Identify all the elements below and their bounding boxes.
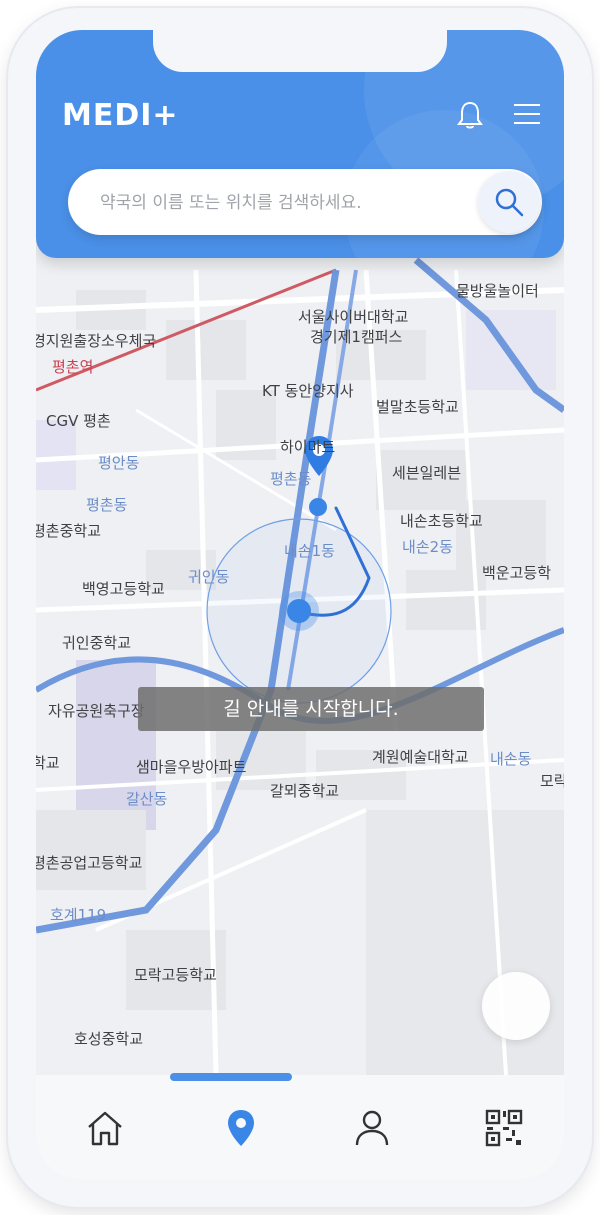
locate-button[interactable] [482,972,550,1040]
map-label: 벌말초등학교 [376,398,459,416]
map-label: KT 동안양지사 [262,382,354,400]
map-label: 귀인동 [188,568,230,586]
map-label: 물방울놀이터 [456,282,539,300]
nav-profile[interactable] [347,1103,397,1153]
app-screen: 물방울놀이터 서울사이버대학교 경기제1캠퍼스 경지원출장소우체국 평촌역 KT… [36,30,564,1180]
nav-qr[interactable] [479,1103,529,1153]
map-label: 모락 [540,772,564,790]
map-label: 평촌공업고등학교 [36,854,143,872]
map-label: 평촌동 [270,470,312,488]
location-pin-icon [228,1110,254,1146]
active-tab-indicator [170,1073,292,1081]
hamburger-menu-icon[interactable] [512,102,542,126]
map-label: 갈산동 [126,790,168,808]
map-label: 내손초등학교 [400,512,483,530]
search-button[interactable] [478,171,540,233]
app-header: MEDI+ [36,30,564,258]
home-icon [88,1111,122,1146]
bell-icon[interactable] [456,100,484,130]
map-label: 샘마을우방아파트 [136,758,247,776]
map-label: 자유공원축구장 [48,702,145,720]
map-label: 세븐일레븐 [392,464,462,482]
navigation-toast: 길 안내를 시작합니다. [138,687,484,731]
map-label: 평촌중학교 [36,522,102,540]
nav-map[interactable] [216,1103,266,1153]
map-label: 계원예술대학교 [372,748,469,766]
map-label: CGV 평촌 [46,412,111,430]
search-input[interactable] [98,169,462,237]
map-label: 갈뫼중학교 [270,782,340,800]
qr-code-icon [485,1109,523,1147]
nav-home[interactable] [80,1103,130,1153]
map-label: 모락고등학교 [134,966,217,984]
map-label: 하이마트 [280,438,336,456]
map-label: 경지원출장소우체국 [36,332,157,350]
map-label: 학교 [36,754,60,772]
map-label: 백영고등학교 [82,580,165,598]
phone-frame: 물방울놀이터 서울사이버대학교 경기제1캠퍼스 경지원출장소우체국 평촌역 KT… [8,8,592,1207]
map-label: 평안동 [98,454,140,472]
map-label: 평촌동 [86,496,128,514]
map-label: 내손1동 [284,542,335,560]
map-label: 경기제1캠퍼스 [310,328,403,346]
search-icon [495,188,524,217]
map-label: 귀인중학교 [62,634,132,652]
map-label: 호계119 [50,906,107,924]
map-label: 내손2동 [402,538,453,556]
search-bar [68,169,542,237]
map-label: 서울사이버대학교 [298,308,409,326]
user-icon [355,1110,389,1146]
map-label: 내손동 [490,750,532,768]
phone-notch [153,30,447,72]
app-logo[interactable]: MEDI+ [62,98,179,133]
map-label: 평촌역 [52,358,94,376]
map-label: 호성중학교 [74,1030,144,1048]
map-label: 백운고등학 [482,564,552,582]
